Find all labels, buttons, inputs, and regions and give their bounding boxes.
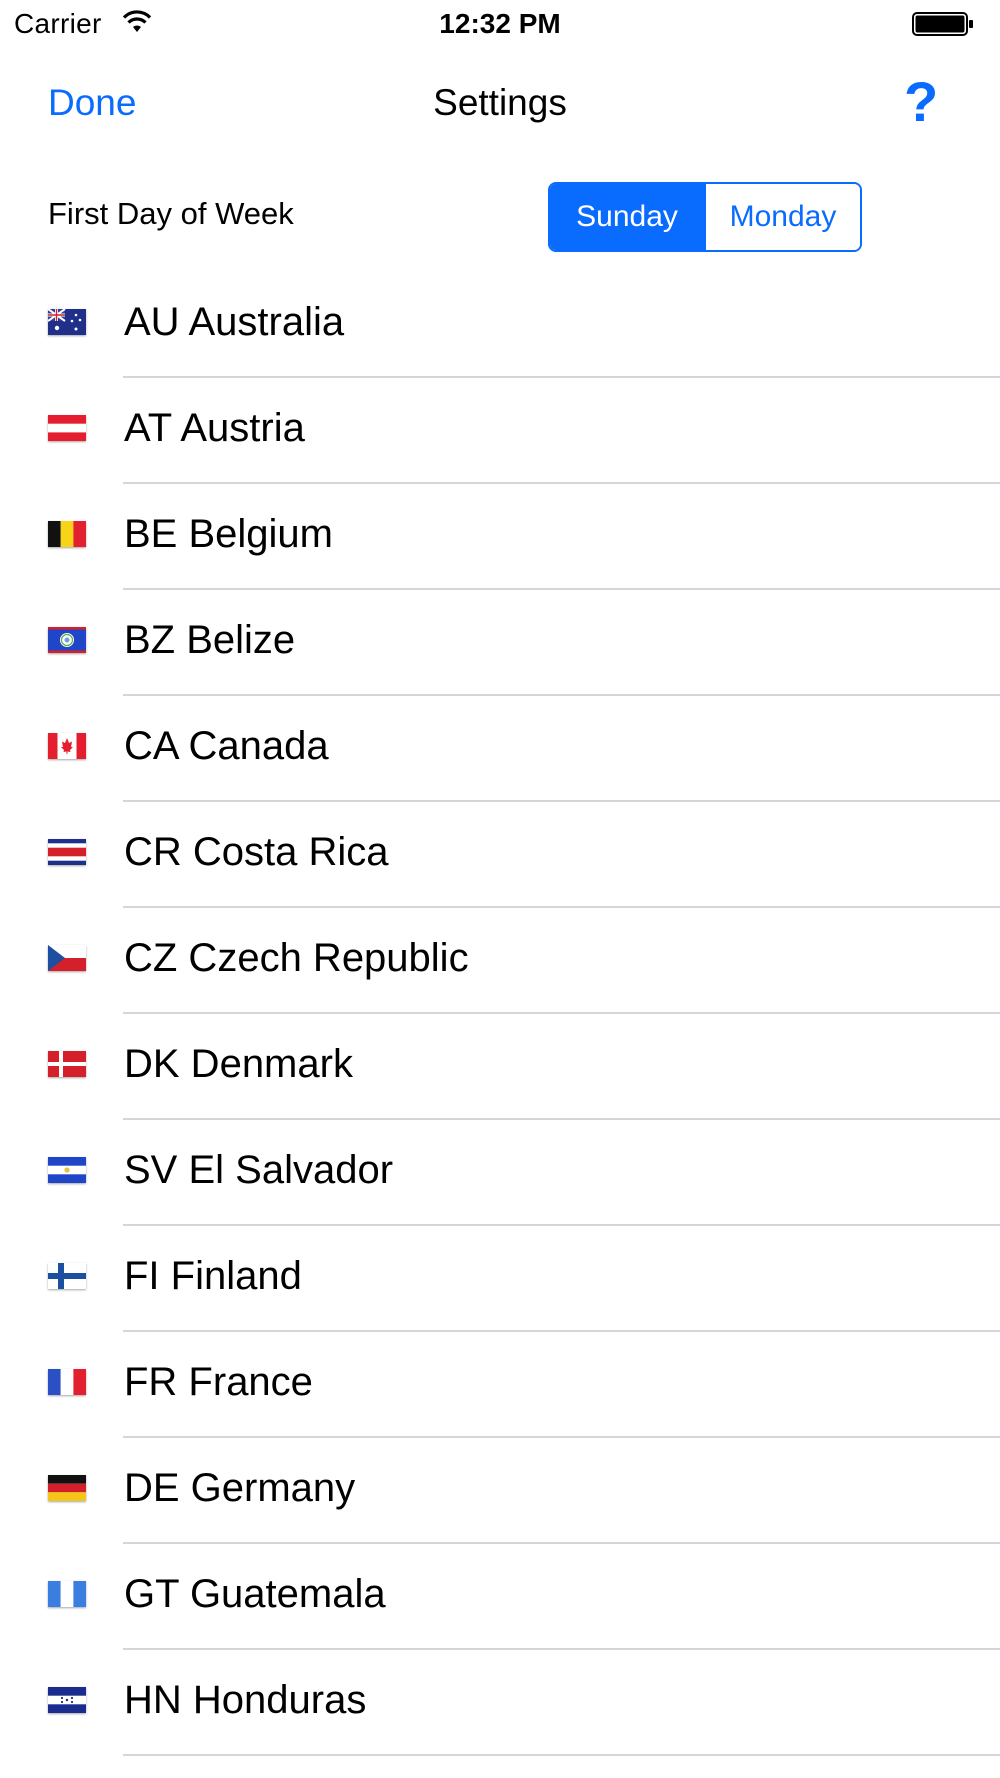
first-day-of-week-label: First Day of Week — [48, 196, 294, 231]
country-row-de[interactable]: DE Germany — [0, 1438, 1000, 1544]
monday-segment[interactable]: Monday — [704, 184, 860, 250]
country-row-ca[interactable]: CA Canada — [0, 696, 1000, 802]
row-divider — [123, 1754, 1000, 1756]
country-label: FI Finland — [124, 1254, 302, 1298]
country-list: AU Australia AT Austria BE Belgium BZ Be… — [0, 272, 1000, 1756]
cr-flag-icon — [48, 839, 86, 865]
country-row-at[interactable]: AT Austria — [0, 378, 1000, 484]
country-label: BE Belgium — [124, 512, 333, 556]
country-label: AT Austria — [124, 406, 305, 450]
au-flag-icon — [48, 309, 86, 335]
sunday-segment[interactable]: Sunday — [550, 184, 704, 250]
country-label: SV El Salvador — [124, 1148, 394, 1192]
country-label: GT Guatemala — [124, 1572, 386, 1616]
navigation-bar: Done Settings ? — [0, 60, 1000, 150]
status-bar: Carrier 12:32 PM — [0, 0, 1000, 46]
country-row-be[interactable]: BE Belgium — [0, 484, 1000, 590]
be-flag-icon — [48, 521, 86, 547]
country-label: BZ Belize — [124, 618, 296, 662]
country-label: HN Honduras — [124, 1678, 367, 1722]
de-flag-icon — [48, 1475, 86, 1501]
country-row-hn[interactable]: HN Honduras — [0, 1650, 1000, 1756]
country-row-au[interactable]: AU Australia — [0, 272, 1000, 378]
sv-flag-icon — [48, 1157, 86, 1183]
country-label: FR France — [124, 1360, 313, 1404]
country-label: AU Australia — [124, 300, 345, 344]
help-button[interactable]: ? — [904, 74, 938, 130]
country-row-dk[interactable]: DK Denmark — [0, 1014, 1000, 1120]
gt-flag-icon — [48, 1581, 86, 1607]
page-title: Settings — [433, 82, 567, 123]
country-row-sv[interactable]: SV El Salvador — [0, 1120, 1000, 1226]
country-row-cr[interactable]: CR Costa Rica — [0, 802, 1000, 908]
country-label: DK Denmark — [124, 1042, 353, 1086]
country-row-fi[interactable]: FI Finland — [0, 1226, 1000, 1332]
first-day-segmented-control: Sunday Monday — [548, 182, 862, 252]
country-row-fr[interactable]: FR France — [0, 1332, 1000, 1438]
country-label: CR Costa Rica — [124, 830, 389, 874]
cz-flag-icon — [48, 945, 86, 971]
fi-flag-icon — [48, 1263, 86, 1289]
country-row-gt[interactable]: GT Guatemala — [0, 1544, 1000, 1650]
dk-flag-icon — [48, 1051, 86, 1077]
at-flag-icon — [48, 415, 86, 441]
country-label: DE Germany — [124, 1466, 356, 1510]
bz-flag-icon — [48, 627, 86, 653]
ca-flag-icon — [48, 733, 86, 759]
first-day-of-week-row: First Day of Week Sunday Monday — [0, 170, 1000, 260]
country-label: CZ Czech Republic — [124, 936, 469, 980]
status-time: 12:32 PM — [439, 8, 561, 39]
country-label: CA Canada — [124, 724, 329, 768]
battery-icon — [912, 12, 973, 36]
country-row-bz[interactable]: BZ Belize — [0, 590, 1000, 696]
country-row-cz[interactable]: CZ Czech Republic — [0, 908, 1000, 1014]
hn-flag-icon — [48, 1687, 86, 1713]
fr-flag-icon — [48, 1369, 86, 1395]
